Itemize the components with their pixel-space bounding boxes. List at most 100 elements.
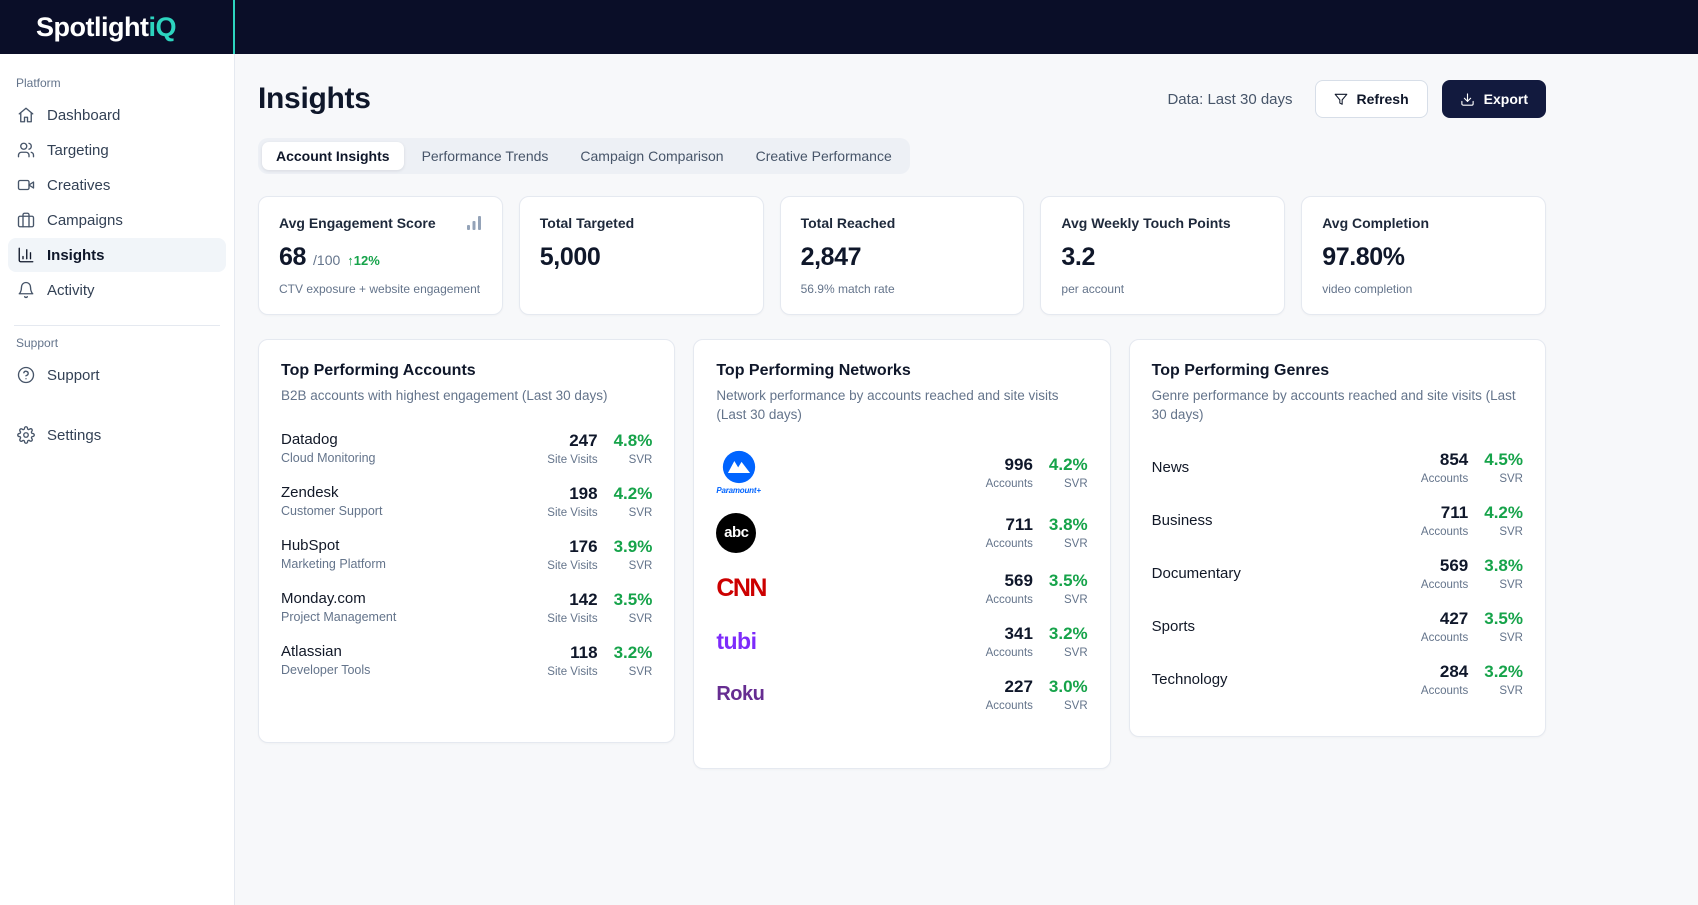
accounts-value: 854 [1406,450,1468,470]
help-circle-icon [17,366,35,384]
svr-value: 4.2% [614,484,653,504]
sidebar-divider [14,325,220,326]
bar-chart-icon [466,215,482,231]
tab-performance-trends[interactable]: Performance Trends [408,142,563,170]
kpi-value: 68 [279,243,306,272]
site-visits-label: Site Visits [536,507,598,519]
account-name: Datadog [281,431,376,448]
account-row: Atlassian Developer Tools 118Site Visits… [281,634,652,687]
site-visits-value: 176 [536,537,598,557]
accounts-value: 996 [971,455,1033,475]
svr-label: SVR [1484,473,1523,485]
svr-value: 4.5% [1484,450,1523,470]
genre-row: News 854 Accounts 4.5% SVR [1152,441,1523,494]
kpi-value: 3.2 [1061,243,1095,272]
svr-value: 3.9% [614,537,653,557]
tab-account-insights[interactable]: Account Insights [262,142,404,170]
svr-label: SVR [1484,632,1523,644]
kpi-title: Avg Weekly Touch Points [1061,215,1230,231]
export-button[interactable]: Export [1442,80,1546,118]
users-icon [17,141,35,159]
site-visits-label: Site Visits [536,560,598,572]
accounts-value: 227 [971,677,1033,697]
panel-subtitle: B2B accounts with highest engagement (La… [281,387,652,406]
accounts-value: 711 [971,515,1033,535]
sidebar-item-creatives[interactable]: Creatives [8,168,226,202]
top-genres-panel: Top Performing Genres Genre performance … [1129,339,1546,737]
account-row: Datadog Cloud Monitoring 247Site Visits … [281,422,652,475]
genre-row: Sports 427Accounts 3.5%SVR [1152,600,1523,653]
brand-name: SpotlightiQ [36,12,176,43]
download-icon [1460,92,1475,107]
genre-name: Sports [1152,618,1195,635]
data-range-label: Data: Last 30 days [1167,91,1292,108]
svr-label: SVR [614,613,653,625]
genre-name: Technology [1152,671,1228,688]
brand-name-accent: iQ [148,12,176,42]
svr-value: 3.5% [614,590,653,610]
top-networks-panel: Top Performing Networks Network performa… [693,339,1110,769]
sidebar-item-label: Support [47,367,100,384]
paramount-plus-emblem [722,450,756,484]
site-visits-value: 142 [536,590,598,610]
sidebar-section-platform-label: Platform [16,76,234,90]
kpi-value: 2,847 [801,243,862,272]
kpi-card-total-reached: Total Reached 2,847 56.9% match rate [780,196,1025,315]
refresh-button[interactable]: Refresh [1315,80,1428,118]
svr-value: 3.5% [1049,571,1088,591]
svr-label: SVR [614,454,653,466]
accounts-label: Accounts [1406,473,1468,485]
kpi-title: Total Targeted [540,215,634,231]
panels-row: Top Performing Accounts B2B accounts wit… [258,339,1546,769]
accounts-value: 427 [1406,609,1468,629]
paramount-plus-wordmark: Paramount+ [716,486,760,495]
site-visits-label: Site Visits [536,613,598,625]
brand-name-primary: Spotlight [36,12,148,42]
svr-label: SVR [1484,526,1523,538]
accounts-label: Accounts [1406,526,1468,538]
kpi-title: Avg Completion [1322,215,1429,231]
account-name: Zendesk [281,484,382,501]
kpi-row: Avg Engagement Score 68 /100 ↑12% CTV ex… [258,196,1546,315]
sidebar-item-support[interactable]: Support [8,358,226,392]
sidebar-item-settings[interactable]: Settings [8,418,226,452]
sidebar-item-label: Creatives [47,177,110,194]
svr-value: 3.0% [1049,677,1088,697]
accounts-label: Accounts [971,538,1033,550]
kpi-card-engagement: Avg Engagement Score 68 /100 ↑12% CTV ex… [258,196,503,315]
sidebar-item-activity[interactable]: Activity [8,273,226,307]
network-row: CNN 569Accounts 3.5%SVR [716,562,1087,615]
account-name: HubSpot [281,537,386,554]
kpi-title: Avg Engagement Score [279,215,436,231]
genre-name: Business [1152,512,1213,529]
tab-campaign-comparison[interactable]: Campaign Comparison [566,142,737,170]
svr-value: 3.2% [1484,662,1523,682]
sidebar-item-label: Campaigns [47,212,123,229]
home-icon [17,106,35,124]
svr-label: SVR [1049,538,1088,550]
site-visits-label: Site Visits [536,454,598,466]
genre-row: Technology 284Accounts 3.2%SVR [1152,653,1523,706]
chart-column-icon [17,246,35,264]
svr-value: 4.2% [1049,455,1088,475]
refresh-button-label: Refresh [1357,91,1409,107]
sidebar-item-campaigns[interactable]: Campaigns [8,203,226,237]
account-category: Project Management [281,610,396,624]
tab-creative-performance[interactable]: Creative Performance [742,142,906,170]
sidebar-item-label: Dashboard [47,107,120,124]
svr-label: SVR [614,666,653,678]
abc-logo: abc [716,513,756,553]
roku-logo: Roku [716,683,764,706]
kpi-value: 5,000 [540,243,601,272]
accounts-value: 284 [1406,662,1468,682]
genre-name: News [1152,459,1190,476]
sidebar-item-insights[interactable]: Insights [8,238,226,272]
account-category: Developer Tools [281,663,370,677]
sidebar-item-dashboard[interactable]: Dashboard [8,98,226,132]
kpi-delta: ↑12% [347,253,380,268]
panel-subtitle: Genre performance by accounts reached an… [1152,387,1523,425]
brand-logo: SpotlightiQ [0,0,235,54]
export-button-label: Export [1484,91,1528,107]
sidebar-item-targeting[interactable]: Targeting [8,133,226,167]
sidebar-item-label: Insights [47,247,105,264]
